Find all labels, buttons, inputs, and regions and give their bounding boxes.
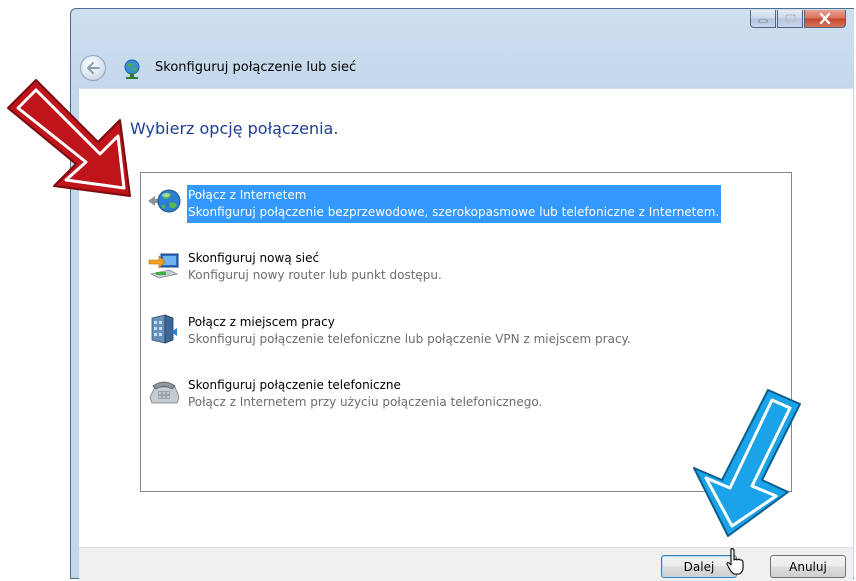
option-title: Połącz z Internetem bbox=[188, 188, 307, 202]
option-connect-internet[interactable]: Połącz z Internetem Skonfiguruj połączen… bbox=[147, 185, 722, 225]
blue-pointer-arrow-icon bbox=[693, 389, 801, 537]
option-description: Skonfiguruj połączenie bezprzewodowe, sz… bbox=[188, 205, 720, 219]
option-title: Skonfiguruj połączenie telefoniczne bbox=[188, 378, 401, 392]
close-icon bbox=[819, 13, 831, 24]
option-text: Skonfiguruj nową sieć Konfiguruj nowy ro… bbox=[187, 248, 444, 286]
telephone-icon bbox=[149, 381, 180, 404]
option-description: Połącz z Internetem przy użyciu połączen… bbox=[188, 395, 543, 409]
close-button[interactable] bbox=[804, 10, 846, 28]
back-arrow-icon bbox=[87, 62, 100, 74]
option-text: Połącz z miejscem pracy Skonfiguruj połą… bbox=[187, 312, 633, 350]
window-title: Skonfiguruj połączenie lub sieć bbox=[155, 60, 357, 75]
option-setup-network[interactable]: Skonfiguruj nową sieć Konfiguruj nowy ro… bbox=[147, 248, 444, 288]
mouse-cursor-icon bbox=[726, 548, 744, 575]
option-title: Skonfiguruj nową sieć bbox=[188, 251, 320, 265]
option-connect-workplace[interactable]: Połącz z miejscem pracy Skonfiguruj połą… bbox=[147, 312, 633, 352]
option-description: Skonfiguruj połączenie telefoniczne lub … bbox=[188, 332, 631, 346]
network-setup-icon bbox=[148, 253, 179, 279]
network-globe-icon bbox=[124, 59, 140, 79]
maximize-icon bbox=[784, 14, 796, 23]
minimize-icon bbox=[758, 19, 768, 22]
option-text: Skonfiguruj połączenie telefoniczne Połą… bbox=[187, 375, 544, 413]
cancel-button[interactable]: Anuluj bbox=[770, 555, 846, 578]
minimize-button[interactable] bbox=[750, 10, 776, 28]
maximize-button[interactable] bbox=[777, 10, 803, 28]
option-text: Połącz z Internetem Skonfiguruj połączen… bbox=[187, 185, 722, 223]
red-pointer-arrow-icon bbox=[7, 79, 131, 197]
caption-buttons bbox=[750, 10, 846, 28]
option-setup-dialup[interactable]: Skonfiguruj połączenie telefoniczne Połą… bbox=[147, 375, 544, 415]
navigation-bar: Skonfiguruj połączenie lub sieć bbox=[71, 51, 854, 87]
option-description: Konfiguruj nowy router lub punkt dostępu… bbox=[188, 268, 442, 282]
option-title: Połącz z miejscem pracy bbox=[188, 315, 335, 329]
workplace-icon bbox=[151, 314, 177, 344]
